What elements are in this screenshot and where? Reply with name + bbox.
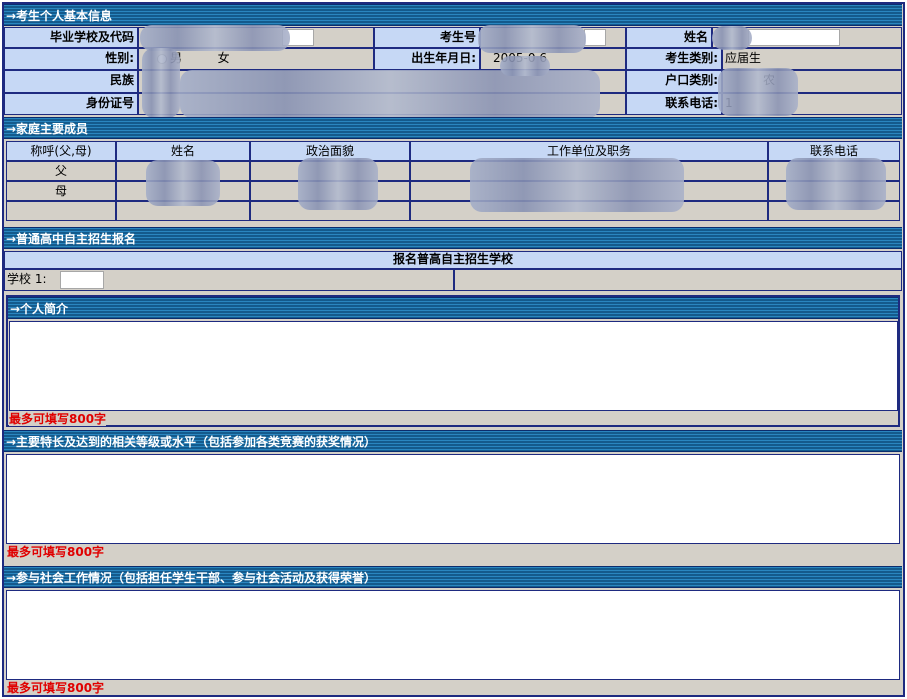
redaction-blur <box>478 25 586 53</box>
school1-select[interactable] <box>60 271 104 289</box>
intro-textarea[interactable] <box>9 321 898 411</box>
hukou-label: 户口类别: <box>626 70 722 93</box>
admission-header: →普通高中自主招生报名 <box>4 227 902 249</box>
ethnic-label: 民族 <box>4 70 138 93</box>
gender-female-text: 女 <box>217 51 230 65</box>
redaction-blur <box>712 26 752 50</box>
redaction-blur <box>146 160 220 206</box>
basic-info-header: →考生个人基本信息 <box>4 4 902 26</box>
redaction-blur <box>500 56 550 76</box>
redaction-blur <box>180 70 600 118</box>
redaction-blur <box>142 48 180 118</box>
type-label: 考生类别: <box>626 48 722 70</box>
redaction-blur <box>298 158 378 210</box>
redaction-blur <box>718 68 798 116</box>
birth-label: 出生年月日: <box>374 48 480 70</box>
type-value: 应届生 <box>722 48 902 70</box>
family-row-relation: 父 <box>6 161 116 181</box>
exam-no-label: 考生号 <box>374 27 480 48</box>
specialties-header: →主要特长及达到的相关等级或水平（包括参加各类竞赛的获奖情况） <box>4 430 902 452</box>
gender-label: 性别: <box>4 48 138 70</box>
family-row-relation <box>6 201 116 221</box>
specialties-textarea[interactable] <box>6 454 900 544</box>
school1-label: 学校 1: <box>7 272 47 286</box>
social-work-limit-note: 最多可填写800字 <box>7 681 105 695</box>
social-work-textarea[interactable] <box>6 590 900 680</box>
name-label: 姓名 <box>626 27 712 48</box>
family-col-name: 姓名 <box>116 141 250 161</box>
school-label: 毕业学校及代码 <box>4 27 138 48</box>
family-row-relation: 母 <box>6 181 116 201</box>
id-label: 身份证号 <box>4 93 138 115</box>
social-work-header: →参与社会工作情况（包括担任学生干部、参与社会活动及获得荣誉） <box>4 566 902 588</box>
redaction-blur <box>470 158 684 212</box>
exam-no-input[interactable] <box>584 29 606 46</box>
phone-label: 联系电话: <box>626 93 722 115</box>
admission-subtitle: 报名普高自主招生学校 <box>4 251 902 269</box>
school2-cell <box>454 269 902 291</box>
specialties-limit-note: 最多可填写800字 <box>7 545 105 559</box>
family-col-relation: 称呼(父,母) <box>6 141 116 161</box>
intro-limit-note: 最多可填写800字 <box>9 412 107 426</box>
intro-header: →个人简介 <box>8 297 898 319</box>
redaction-blur <box>786 158 886 210</box>
name-input[interactable] <box>748 29 840 46</box>
family-header: →家庭主要成员 <box>4 117 902 139</box>
